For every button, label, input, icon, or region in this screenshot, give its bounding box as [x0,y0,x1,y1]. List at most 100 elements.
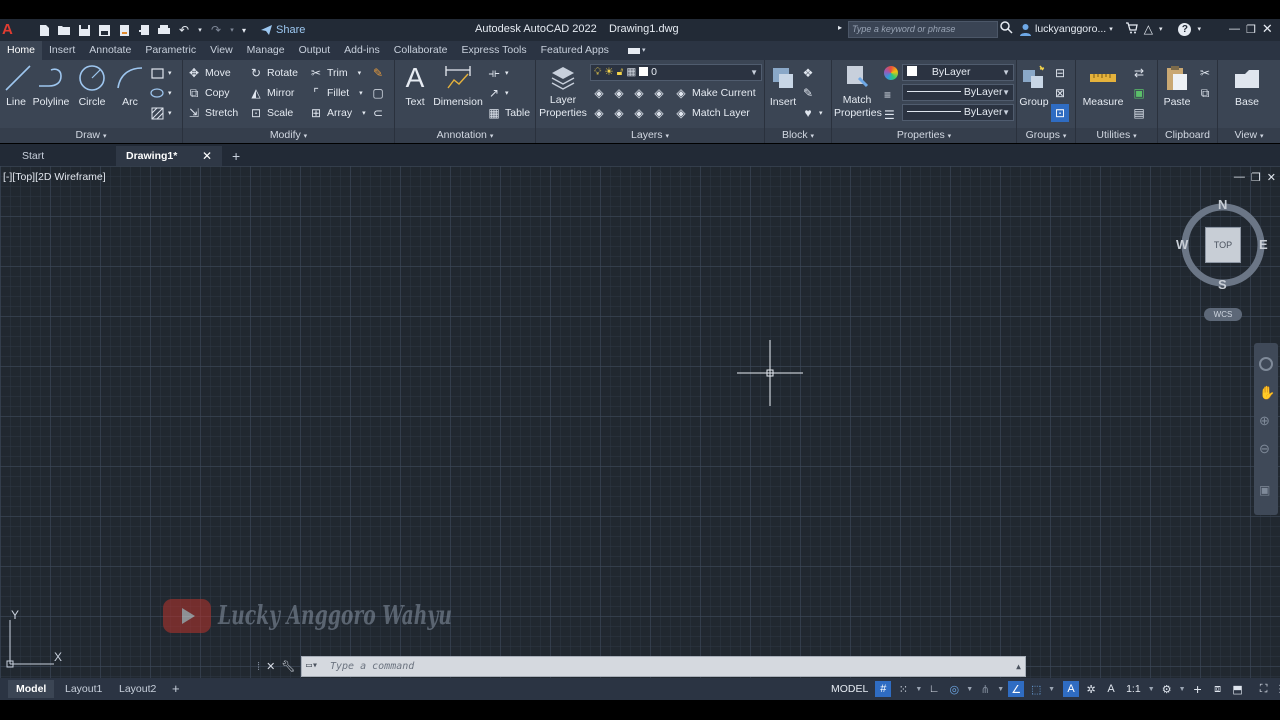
redo-icon[interactable]: ↷ [208,22,224,38]
chevron-down-icon[interactable]: ▼ [1048,686,1055,693]
workspace-gear-icon[interactable]: ⚙ [1159,681,1175,697]
polyline-button[interactable]: Polyline [32,64,70,108]
ribbon-display-toggle[interactable]: ▾ [616,41,653,60]
viewport-restore-icon[interactable]: ❐ [1251,171,1261,184]
chevron-down-icon[interactable]: ▼ [1179,686,1186,693]
ortho-icon[interactable]: ∟ [926,681,942,697]
add-layout-button[interactable]: + [164,680,188,698]
groups-panel-title[interactable]: Groups ▾ [1017,128,1075,143]
array-button[interactable]: ⊞ Array ▾ [309,104,366,122]
tab-start[interactable]: Start [12,146,116,166]
tab-parametric[interactable]: Parametric [138,41,203,60]
command-input[interactable]: ▭▾ Type a command ▲ [301,656,1026,677]
ungroup-button[interactable]: ⊟ [1053,64,1067,82]
snap-icon[interactable]: ⁙ [895,681,911,697]
hardware-accel-icon[interactable]: ⬒ [1230,681,1246,697]
undo-dropdown-icon[interactable]: ▾ [196,22,204,38]
close-icon[interactable]: ✕ [266,660,275,673]
utilities-panel-title[interactable]: Utilities ▾ [1076,128,1157,143]
table-button[interactable]: ▦ Table [487,104,530,122]
new-tab-button[interactable]: + [222,146,250,166]
compass-south[interactable]: S [1218,277,1227,292]
tab-annotate[interactable]: Annotate [82,41,138,60]
viewport-minimize-icon[interactable]: — [1234,171,1245,184]
clean-screen-icon[interactable]: ⛶ [1256,681,1272,697]
wcs-menu[interactable]: WCS [1204,308,1242,321]
trim-button[interactable]: ✂ Trim ▾ [309,64,361,82]
search-expand-icon[interactable]: ▸ [838,23,842,32]
tab-collaborate[interactable]: Collaborate [387,41,455,60]
annotation-panel-title[interactable]: Annotation ▾ [395,128,535,143]
isolate-objects-icon[interactable]: ⧈ [1210,681,1226,697]
layer-unlock-icon[interactable]: ◈ [652,106,666,120]
open-folder-icon[interactable] [56,22,72,38]
tab-home[interactable]: Home [0,41,43,60]
arc-button[interactable]: Arc [114,64,146,108]
block-panel-title[interactable]: Block ▾ [765,128,831,143]
hatch-button[interactable]: ▾ [150,104,172,122]
autodesk-app-icon[interactable]: △ [1144,22,1153,36]
user-account-button[interactable]: luckyanggoro... ▾ [1019,23,1113,36]
offset-button[interactable]: ⊂ [371,104,385,122]
annotation-visibility-icon[interactable]: A [1063,681,1080,697]
polar-tracking-icon[interactable]: ◎ [946,681,962,697]
layer-unisolate-icon[interactable]: ◈ [612,106,626,120]
compass-north[interactable]: N [1218,197,1227,212]
text-button[interactable]: A Text [401,64,429,109]
viewcube-top-face[interactable]: TOP [1205,227,1241,263]
layers-panel-title[interactable]: Layers ▾ [536,128,764,143]
group-button[interactable]: Group [1019,64,1049,108]
dimension-button[interactable]: Dimension [433,64,483,108]
tab-layout2[interactable]: Layout2 [111,680,164,698]
drag-handle-icon[interactable]: ⁞ [257,661,260,673]
grid-icon[interactable]: # [875,681,892,697]
modify-panel-title[interactable]: Modify ▾ [183,128,394,143]
tab-layout1[interactable]: Layout1 [57,680,110,698]
chevron-down-icon[interactable]: ▾ [1159,25,1163,33]
ellipse-button[interactable]: ▾ [150,84,172,102]
layer-off-icon[interactable]: ◈ [592,86,606,100]
color-dropdown[interactable]: ByLayer ▼ [902,64,1014,81]
rotate-button[interactable]: ↻ Rotate [249,64,298,82]
group-edit-button[interactable]: ⊠ [1053,84,1067,102]
save-icon[interactable] [76,22,92,38]
share-drawing-icon[interactable] [136,22,152,38]
mirror-button[interactable]: ◭ Mirror [249,84,294,102]
calculator-button[interactable]: ▤ [1132,104,1146,122]
linear-dim-button[interactable]: ⟛ ▾ [487,64,509,82]
orbit-icon[interactable]: ⊖ [1259,441,1270,457]
circle-button[interactable]: Circle [76,64,108,108]
tab-manage[interactable]: Manage [240,41,292,60]
auto-scale-icon[interactable]: ✲ [1083,681,1099,697]
command-history-icon[interactable]: ▭▾ [306,660,324,672]
layer-dropdown[interactable]: 💡︎ ☀ 🔓︎ ▦ 0 ▼ [590,64,762,81]
add-scale-icon[interactable]: + [1190,681,1206,697]
restore-icon[interactable]: ❐ [1246,23,1256,36]
group-select-button[interactable]: ⊡ [1051,104,1069,122]
isodraft-icon[interactable]: ⋔ [977,681,993,697]
command-history-expand-icon[interactable]: ▲ [1016,657,1021,676]
model-space-button[interactable]: MODEL [828,683,871,695]
redo-dropdown-icon[interactable]: ▾ [228,22,236,38]
view-panel-title[interactable]: View ▾ [1218,128,1280,143]
wrench-icon[interactable]: 🔧︎ [281,660,295,673]
lineweight-dropdown[interactable]: ByLayer ▼ [902,84,1014,101]
tab-output[interactable]: Output [292,41,338,60]
cart-icon[interactable] [1125,21,1138,37]
insert-button[interactable]: Insert [767,64,799,108]
viewport-controls-label[interactable]: [-][Top][2D Wireframe] [3,171,106,183]
showmotion-icon[interactable]: ▣ [1259,483,1270,497]
tab-model[interactable]: Model [8,680,55,698]
select-all-button[interactable]: ▣ [1132,84,1146,102]
base-button[interactable]: Base [1232,64,1262,108]
erase-button[interactable]: ✎ [371,64,385,82]
annotation-scale-icon[interactable]: A [1103,681,1119,697]
match-layer-button[interactable]: ◈ Match Layer [674,104,749,122]
layer-isolate-icon[interactable]: ◈ [612,86,626,100]
close-icon[interactable]: ✕ [202,146,212,166]
tab-insert[interactable]: Insert [42,41,82,60]
explode-button[interactable]: ▢ [371,84,385,102]
scale-button[interactable]: ⊡ Scale [249,104,293,122]
undo-icon[interactable]: ↶ [176,22,192,38]
compass-east[interactable]: E [1259,237,1268,252]
